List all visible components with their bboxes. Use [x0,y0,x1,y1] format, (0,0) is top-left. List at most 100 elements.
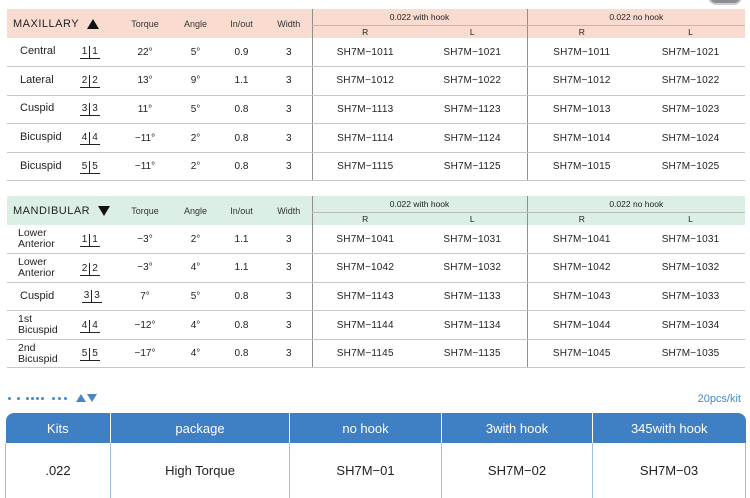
with-hook-l-code: SH7M−1123 [418,95,528,125]
group-with-hook: 0.022 with hook [311,196,528,213]
angle-value: 4° [174,339,217,369]
width-value: 3 [266,282,312,312]
maxillary-title: MAXILLARY [7,9,116,38]
angle-value: 5° [174,282,217,312]
with-hook-r-code: SH7M−1042 [311,253,418,283]
table-row: Lower Anterior 2 2 −3° 4° 1.1 3 SH7M−1042 S… [7,253,746,283]
no-hook-r-code: SH7M−1045 [526,339,637,369]
divider-dot [17,397,20,400]
kit-package: High Torque [110,443,290,498]
with-hook-l-code: SH7M−1124 [418,123,528,153]
no-hook-l-code: SH7M−1022 [636,66,746,96]
angle-value: 4° [174,253,217,283]
blue-up-triangle-icon [76,394,86,402]
quadrant-notation: 11 [80,46,100,60]
tooth-name: 2nd Bicuspid 5 5 [7,339,116,369]
divider-dot [36,397,39,400]
col-inout: In/out [217,9,266,38]
kit-3-with-hook-code: SH7M−02 [441,443,593,498]
col-inout: In/out [217,196,266,225]
col-l: L [636,212,746,225]
no-hook-r-code: SH7M−1044 [526,310,637,340]
divider-dot [58,397,61,400]
with-hook-r-code: SH7M−1115 [311,152,418,182]
with-hook-l-code: SH7M−1125 [418,152,528,182]
inout-value: 0.8 [217,95,266,125]
with-hook-r-code: SH7M−1011 [311,38,418,68]
torque-value: 7° [116,282,174,312]
tooth-name: Bicuspid 5 5 [7,152,116,182]
tooth-name: Lower Anterior 1 1 [7,225,116,255]
torque-value: 11° [116,95,174,125]
mandibular-table: MANDIBULAR Torque Angle In/out Width 0.0… [7,196,746,369]
table-row: Lateral 2 2 13° 9° 1.1 3 SH7M−1012 SH7M−10… [7,66,746,96]
with-hook-r-code: SH7M−1114 [311,123,418,153]
tooth-name: Cuspid 3 3 [7,282,116,312]
table-row: .022 High Torque SH7M−01 SH7M−02 SH7M−03 [5,443,746,498]
with-hook-r-code: SH7M−1012 [311,66,418,96]
angle-value: 2° [174,225,217,255]
with-hook-l-code: SH7M−1031 [418,225,528,255]
col-angle: Angle [174,9,217,38]
no-hook-l-code: SH7M−1034 [636,310,746,340]
tooth-name: 1st Bicuspid 4 4 [7,310,116,340]
divider-dot [8,397,11,400]
divider-dot [31,397,34,400]
torque-value: −3° [116,225,174,255]
345-with-hook-header: 345with hook [592,413,746,443]
with-hook-r-code: SH7M−1143 [311,282,418,312]
col-r: R [311,25,418,38]
quadrant-notation: 44 [80,319,100,333]
table-row: Lower Anterior 1 1 −3° 2° 1.1 3 SH7M−1041 S… [7,225,746,255]
mandibular-title: MANDIBULAR [7,196,116,225]
inout-value: 0.8 [217,339,266,369]
inout-value: 0.9 [217,38,266,68]
torque-value: 13° [116,66,174,96]
tooth-name: Central 1 1 [7,38,116,68]
table-row: Cuspid 3 3 11° 5° 0.8 3 SH7M−1113 SH7M−112… [7,95,746,125]
no-hook-r-code: SH7M−1042 [526,253,637,283]
inout-value: 0.8 [217,282,266,312]
group-no-hook: 0.022 no hook [526,196,746,213]
package-header: package [110,413,290,443]
no-hook-l-code: SH7M−1032 [636,253,746,283]
width-value: 3 [266,38,312,68]
pcs-per-kit-label: 20pcs/kit [697,393,741,405]
maxillary-table: MAXILLARY Torque Angle In/out Width 0.02… [7,9,746,182]
inout-value: 0.8 [217,152,266,182]
no-hook-r-code: SH7M−1013 [526,95,637,125]
inout-value: 0.8 [217,123,266,153]
quadrant-notation: 55 [80,160,100,174]
col-width: Width [266,9,312,38]
col-angle: Angle [174,196,217,225]
quadrant-notation: 44 [80,132,100,146]
quadrant-notation: 22 [80,262,100,276]
quadrant-notation: 33 [82,290,102,304]
torque-value: −3° [116,253,174,283]
torque-value: −11° [116,152,174,182]
torque-value: −17° [116,339,174,369]
divider-dot [52,397,55,400]
tooth-name: Lower Anterior 2 2 [7,253,116,283]
inout-value: 1.1 [217,253,266,283]
col-l: L [418,212,528,225]
quadrant-notation: 22 [80,74,100,88]
3-with-hook-header: 3with hook [441,413,593,443]
kit-no-hook-code: SH7M−01 [289,443,442,498]
tooth-name: Cuspid 3 3 [7,95,116,125]
col-r: R [311,212,418,225]
width-value: 3 [266,95,312,125]
torque-value: −11° [116,123,174,153]
no-hook-r-code: SH7M−1043 [526,282,637,312]
angle-value: 5° [174,95,217,125]
table-row: 1st Bicuspid 4 4 −12° 4° 0.8 3 SH7M−1144 SH… [7,310,746,340]
col-l: L [636,25,746,38]
no-hook-l-code: SH7M−1031 [636,225,746,255]
corner-tab-decoration [708,0,742,5]
table-row: Central 1 1 22° 5° 0.9 3 SH7M−1011 SH7M−10… [7,38,746,68]
kit-size: .022 [5,443,111,498]
triangle-up-icon [87,18,100,29]
with-hook-l-code: SH7M−1134 [418,310,528,340]
divider-dot [41,397,44,400]
width-value: 3 [266,123,312,153]
